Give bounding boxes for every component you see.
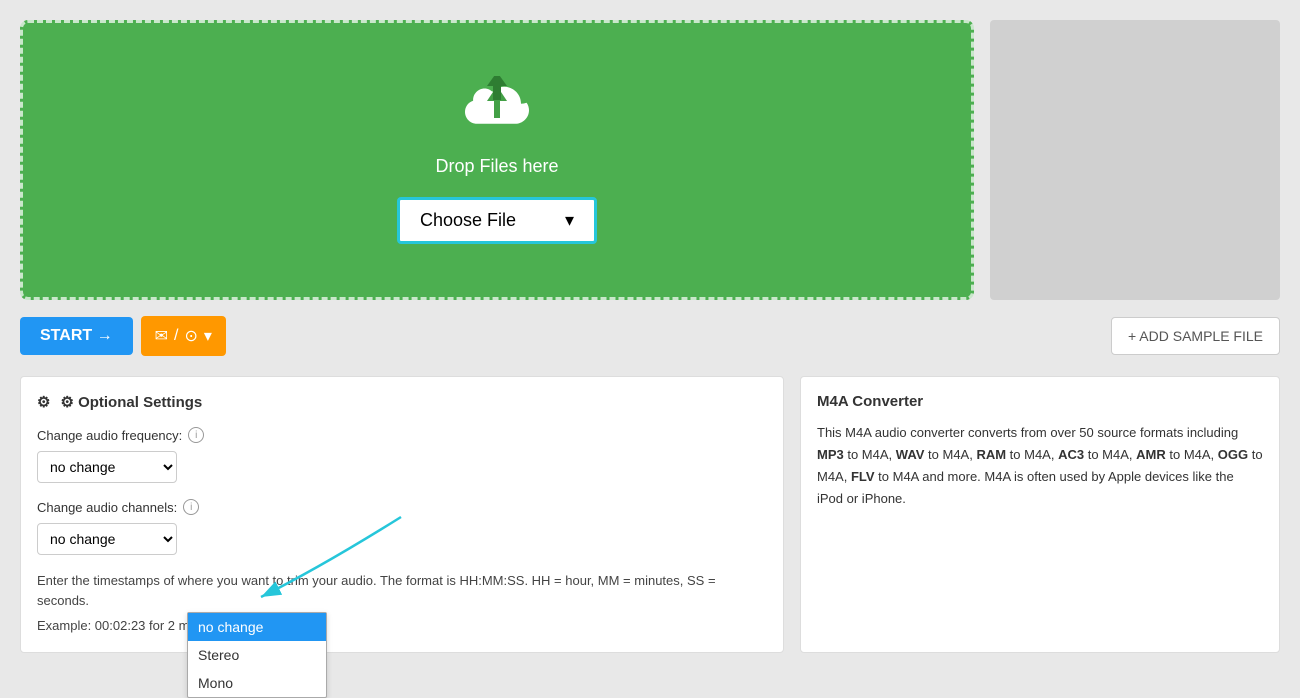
frequency-label: Change audio frequency: i: [37, 427, 767, 443]
clock-icon: ⊙: [184, 326, 197, 346]
email-icon: ✉: [155, 326, 168, 346]
format-ogg: OGG: [1218, 447, 1248, 462]
dropdown-option-no-change[interactable]: no change: [188, 613, 326, 641]
format-wav: WAV: [896, 447, 925, 462]
dropdown-option-mono[interactable]: Mono: [188, 669, 326, 697]
drop-files-text: Drop Files here: [435, 156, 558, 177]
upload-cloud-icon: [457, 76, 537, 144]
controls-row: START → ✉ / ⊙ ▾ + ADD SAMPLE FILE: [20, 316, 1280, 356]
email-time-button[interactable]: ✉ / ⊙ ▾: [141, 316, 226, 356]
info-panel: M4A Converter This M4A audio converter c…: [800, 376, 1280, 653]
settings-title: ⚙ ⚙ Optional Settings: [37, 393, 767, 411]
frequency-info-icon[interactable]: i: [188, 427, 204, 443]
timestamp-info: Enter the timestamps of where you want t…: [37, 571, 767, 636]
format-ram: RAM: [976, 447, 1006, 462]
format-mp3: MP3: [817, 447, 844, 462]
channels-label: Change audio channels: i: [37, 499, 767, 515]
choose-file-label: Choose File: [420, 210, 516, 231]
dropdown-option-stereo[interactable]: Stereo: [188, 641, 326, 669]
slash-separator: /: [174, 327, 178, 345]
channels-select[interactable]: no change Stereo Mono: [37, 523, 177, 555]
start-button[interactable]: START →: [20, 317, 133, 355]
channels-dropdown-overlay: no change Stereo Mono: [187, 612, 327, 698]
info-panel-text: This M4A audio converter converts from o…: [817, 422, 1263, 510]
settings-panel: ⚙ ⚙ Optional Settings Change audio frequ…: [20, 376, 784, 653]
email-time-chevron-icon: ▾: [204, 326, 212, 346]
channels-field-group: Change audio channels: i no change Stere…: [37, 499, 767, 555]
add-sample-button[interactable]: + ADD SAMPLE FILE: [1111, 317, 1280, 355]
preview-area: [990, 20, 1280, 300]
format-ac3: AC3: [1058, 447, 1084, 462]
channels-info-icon[interactable]: i: [183, 499, 199, 515]
main-content: ⚙ ⚙ Optional Settings Change audio frequ…: [20, 376, 1280, 653]
controls-left: START → ✉ / ⊙ ▾: [20, 316, 226, 356]
info-panel-title: M4A Converter: [817, 393, 1263, 410]
frequency-select[interactable]: no change 8000 Hz 11025 Hz 16000 Hz 2205…: [37, 451, 177, 483]
choose-file-button[interactable]: Choose File ▾: [397, 197, 597, 244]
format-amr: AMR: [1136, 447, 1166, 462]
format-flv: FLV: [851, 469, 875, 484]
drop-zone[interactable]: Drop Files here Choose File ▾: [20, 20, 974, 300]
frequency-field-group: Change audio frequency: i no change 8000…: [37, 427, 767, 483]
gear-icon: ⚙: [37, 393, 50, 411]
choose-file-chevron-icon: ▾: [565, 210, 574, 231]
